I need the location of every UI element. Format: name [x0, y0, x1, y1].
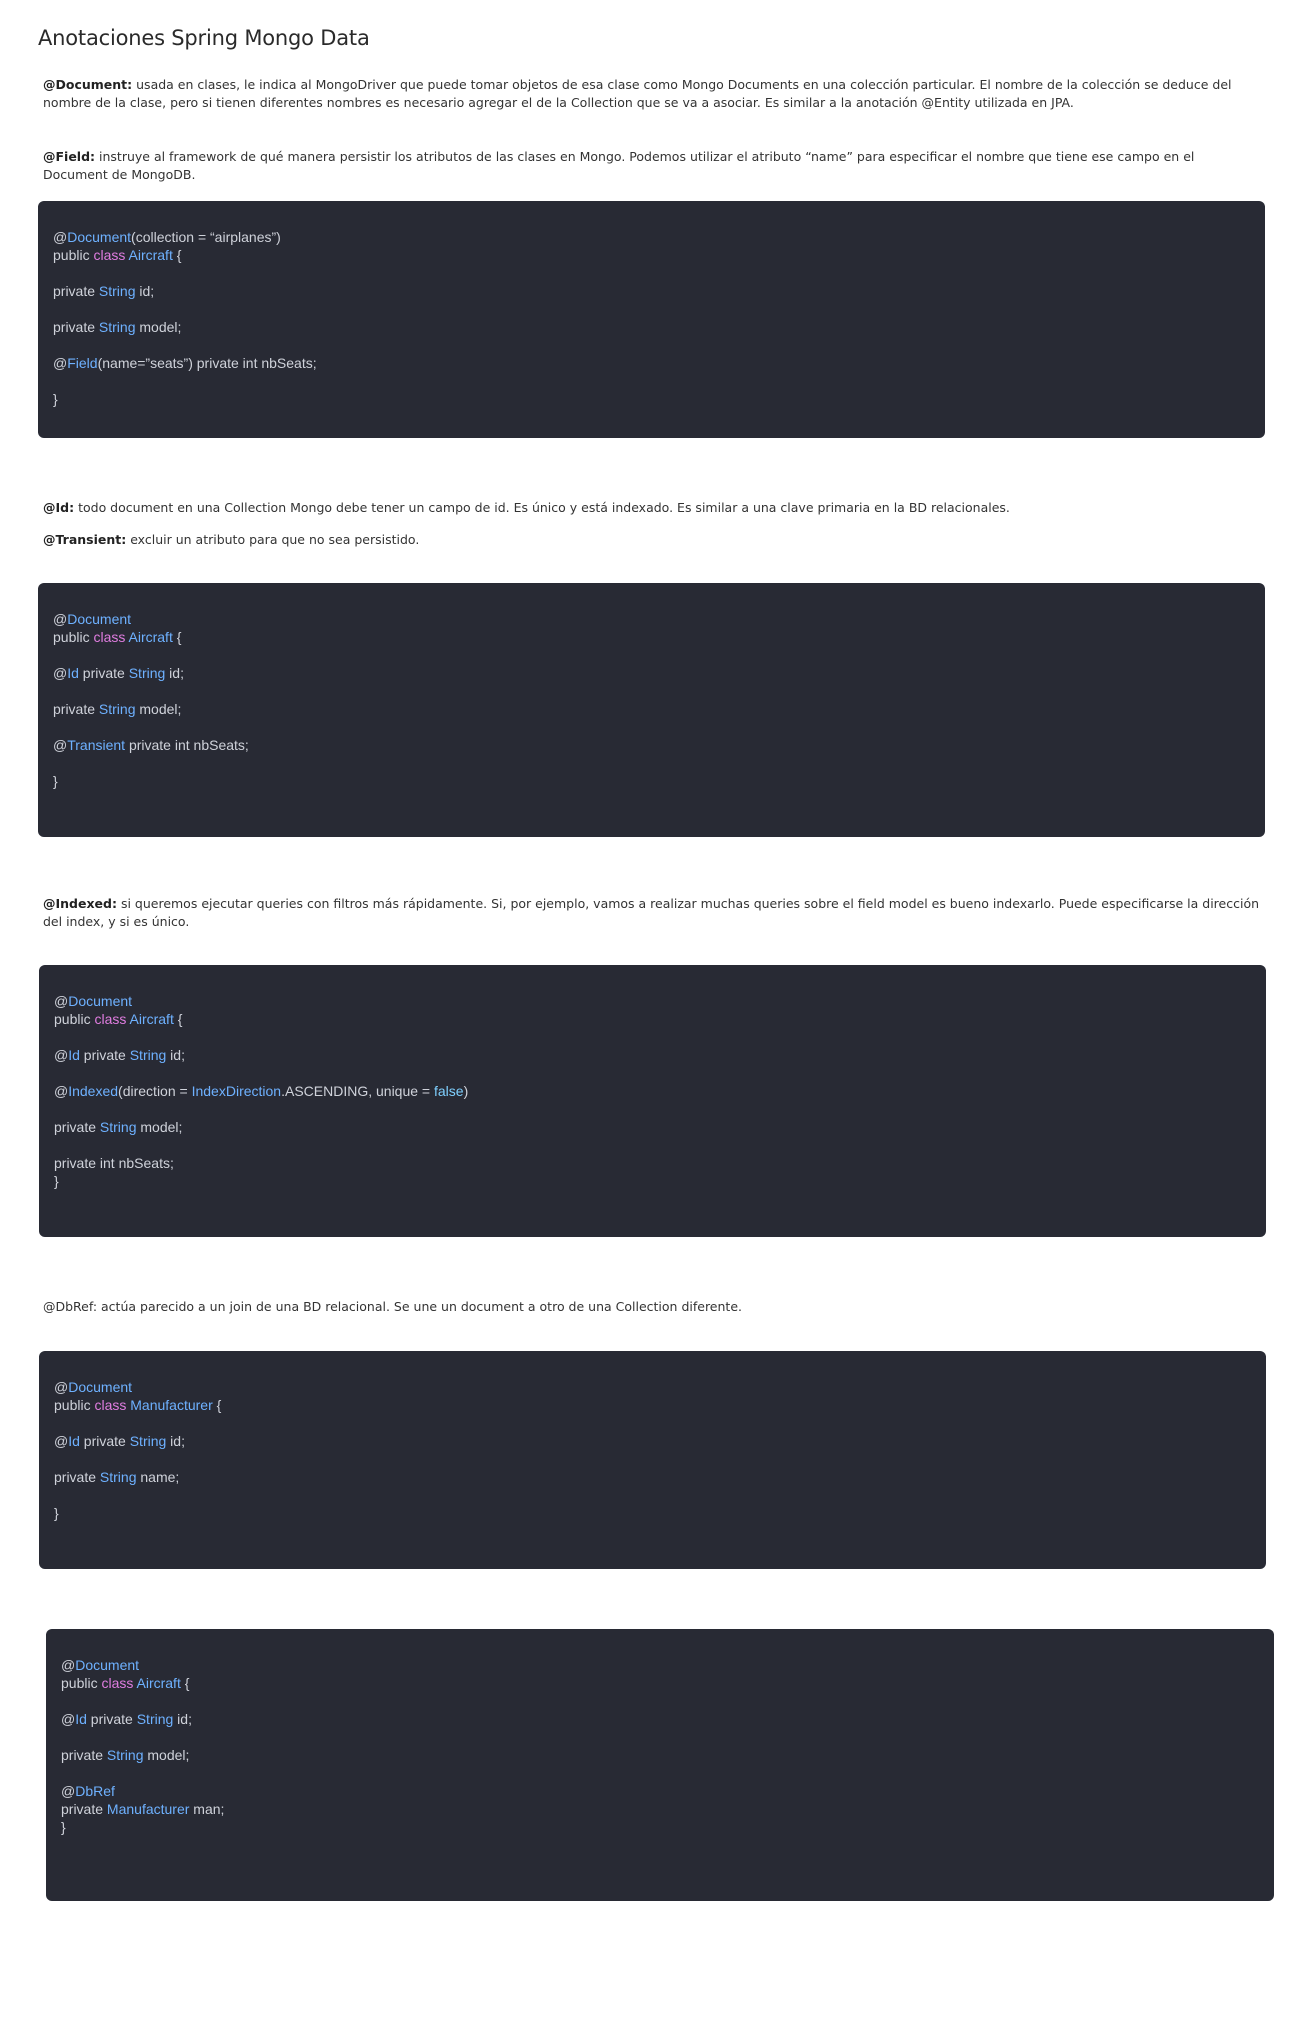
code-line: }	[53, 391, 58, 407]
dbref-annotation-description: @DbRef: actúa parecido a un join de una …	[43, 1299, 742, 1314]
code-block-document-field: @Document(collection = “airplanes”) publ…	[38, 201, 1265, 438]
page-title: Anotaciones Spring Mongo Data	[38, 26, 370, 50]
code-line: @Id private String id;	[61, 1711, 192, 1727]
code-line: @Document	[54, 1379, 133, 1395]
code-line: private int nbSeats;	[54, 1155, 174, 1171]
code-line: private String model;	[53, 319, 182, 335]
indexed-annotation-description: @Indexed: si queremos ejecutar queries c…	[43, 895, 1261, 931]
transient-term: @Transient:	[43, 532, 127, 547]
code-line: @DbRef	[61, 1783, 115, 1799]
code-line: @Document	[53, 611, 132, 627]
document-text: usada en clases, le indica al MongoDrive…	[43, 77, 1232, 110]
code-line: @Field(name=”seats”) private int nbSeats…	[53, 355, 317, 371]
code-line: }	[53, 773, 58, 789]
code-line: private String id;	[53, 283, 155, 299]
code-line: private String model;	[54, 1119, 183, 1135]
document-term: @Document:	[43, 77, 133, 92]
code-line: private String name;	[54, 1469, 180, 1485]
indexed-text: si queremos ejecutar queries con filtros…	[43, 896, 1260, 929]
code-block-id-transient: @Document public class Aircraft { @Id pr…	[38, 583, 1265, 837]
field-annotation-description: @Field: instruye al framework de qué man…	[43, 148, 1261, 184]
id-annotation-description: @Id: todo document en una Collection Mon…	[43, 499, 1261, 517]
transient-annotation-description: @Transient: excluir un atributo para que…	[43, 531, 1261, 549]
transient-text: excluir un atributo para que no sea pers…	[126, 532, 420, 547]
code-line: @Document(collection = “airplanes”)	[53, 229, 281, 245]
id-text: todo document en una Collection Mongo de…	[74, 500, 1010, 515]
id-term: @Id:	[43, 500, 75, 515]
indexed-term: @Indexed:	[43, 896, 117, 911]
code-line: @Id private String id;	[54, 1433, 185, 1449]
code-line: public class Aircraft {	[61, 1675, 190, 1691]
code-line: @Document	[61, 1657, 140, 1673]
code-block-dbref: @Document public class Aircraft { @Id pr…	[46, 1629, 1274, 1901]
code-line: public class Aircraft {	[54, 1011, 183, 1027]
code-line: @Document	[54, 993, 133, 1009]
code-line: public class Manufacturer {	[54, 1397, 222, 1413]
code-line: @Indexed(direction = IndexDirection.ASCE…	[54, 1083, 469, 1099]
code-line: @Transient private int nbSeats;	[53, 737, 249, 753]
code-line: }	[54, 1173, 59, 1189]
code-line: private Manufacturer man;	[61, 1801, 225, 1817]
code-line: private String model;	[61, 1747, 190, 1763]
code-line: public class Aircraft {	[53, 247, 182, 263]
field-text: instruye al framework de qué manera pers…	[43, 149, 1195, 182]
field-term: @Field:	[43, 149, 96, 164]
code-line: public class Aircraft {	[53, 629, 182, 645]
code-block-indexed: @Document public class Aircraft { @Id pr…	[39, 965, 1266, 1237]
code-line: @Id private String id;	[54, 1047, 185, 1063]
code-line: }	[54, 1505, 59, 1521]
code-line: }	[61, 1819, 66, 1835]
code-line: private String model;	[53, 701, 182, 717]
document-annotation-description: @Document: usada en clases, le indica al…	[43, 76, 1261, 112]
code-line: @Id private String id;	[53, 665, 184, 681]
code-block-manufacturer: @Document public class Manufacturer { @I…	[39, 1351, 1266, 1569]
